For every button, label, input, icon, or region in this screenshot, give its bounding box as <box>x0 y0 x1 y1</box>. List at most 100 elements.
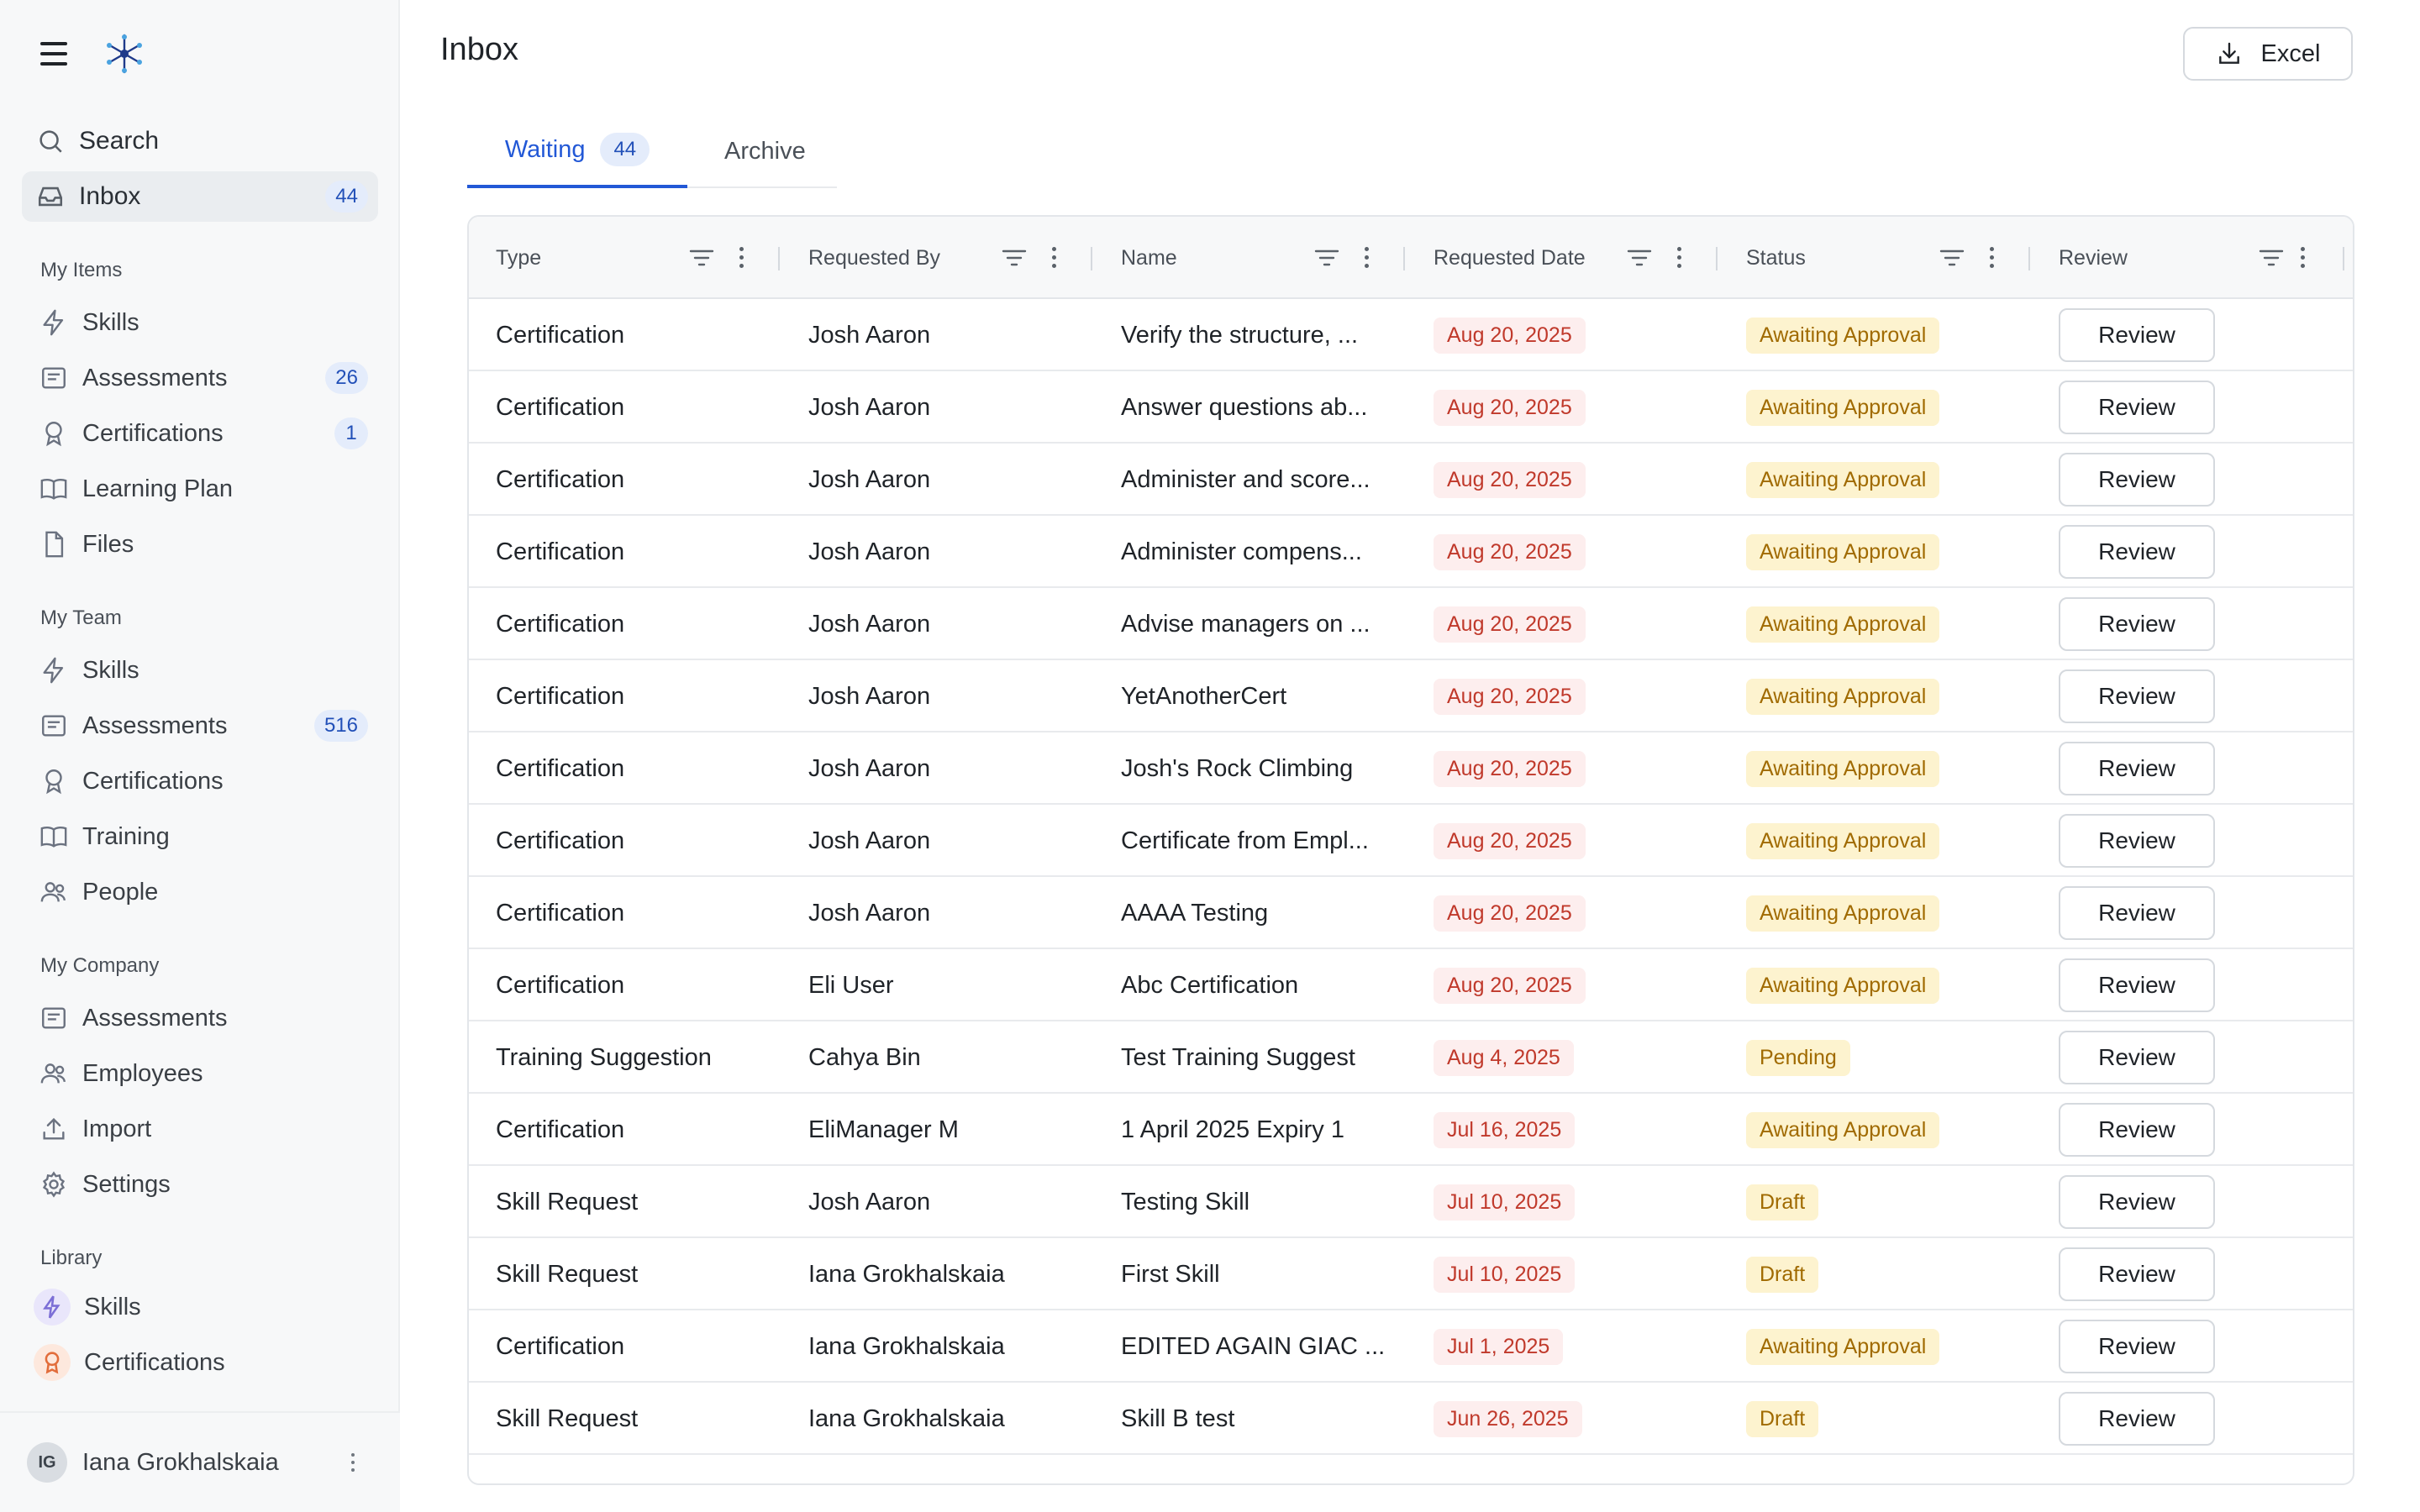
review-button[interactable]: Review <box>2059 525 2215 579</box>
excel-export-button[interactable]: Excel <box>2183 27 2353 81</box>
table-cell: Josh Aaron <box>808 732 930 805</box>
sidebar-item-settings[interactable]: Settings <box>22 1159 378 1210</box>
column-divider[interactable] <box>2343 247 2344 270</box>
table-row[interactable]: Certification Josh Aaron Administer and sc… <box>469 444 2353 516</box>
table-cell: Josh Aaron <box>808 588 930 660</box>
table-cell: Awaiting Approval <box>1746 588 1940 660</box>
table-row[interactable]: Certification Josh Aaron Answer questions … <box>469 371 2353 444</box>
review-button[interactable]: Review <box>2059 814 2215 868</box>
award-icon <box>39 766 69 796</box>
bolt-icon <box>39 655 69 685</box>
table-cell: Certification <box>496 1094 624 1166</box>
sidebar-search[interactable]: Search <box>22 116 378 166</box>
table-cell: Aug 20, 2025 <box>1434 516 1586 588</box>
review-button[interactable]: Review <box>2059 1247 2215 1301</box>
review-button[interactable]: Review <box>2059 886 2215 940</box>
review-button[interactable]: Review <box>2059 381 2215 434</box>
review-button[interactable]: Review <box>2059 1103 2215 1157</box>
table-row[interactable]: Skill Request Iana Grokhalskaia First Skil… <box>469 1238 2353 1310</box>
sidebar-item-people[interactable]: People <box>22 867 378 917</box>
review-button[interactable]: Review <box>2059 669 2215 723</box>
table-row[interactable]: Skill Request Josh Aaron Testing Skill Jul … <box>469 1166 2353 1238</box>
review-button[interactable]: Review <box>2059 1175 2215 1229</box>
table-cell: Josh Aaron <box>808 805 930 877</box>
review-button[interactable]: Review <box>2059 742 2215 795</box>
cell-type: Skill Request <box>496 1260 639 1288</box>
review-button[interactable]: Review <box>2059 597 2215 651</box>
table-cell: Aug 20, 2025 <box>1434 949 1586 1021</box>
table-cell: Aug 20, 2025 <box>1434 588 1586 660</box>
sidebar-item-import[interactable]: Import <box>22 1104 378 1154</box>
tab-waiting[interactable]: Waiting 44 <box>467 114 687 188</box>
sidebar-item-team-skills[interactable]: Skills <box>22 645 378 696</box>
table-cell: Certification <box>496 588 624 660</box>
table-row[interactable]: Certification Iana Grokhalskaia EDITED AGA… <box>469 1310 2353 1383</box>
sidebar-item-label: Assessments <box>82 364 228 391</box>
review-button[interactable]: Review <box>2059 308 2215 362</box>
table-row[interactable]: Certification Josh Aaron Certificate from … <box>469 805 2353 877</box>
sidebar-item-employees[interactable]: Employees <box>22 1048 378 1099</box>
sidebar-item-training[interactable]: Training <box>22 811 378 862</box>
table-cell: Aug 20, 2025 <box>1434 805 1586 877</box>
cell-name: YetAnotherCert <box>1121 682 1287 710</box>
review-button[interactable]: Review <box>2059 1031 2215 1084</box>
app-logo[interactable] <box>103 32 146 76</box>
cell-requested-date: Aug 20, 2025 <box>1434 895 1586 932</box>
sidebar-item-my-certifications[interactable]: Certifications 1 <box>22 408 378 459</box>
table-row[interactable]: Certification Josh Aaron Administer compen… <box>469 516 2353 588</box>
cell-type: Certification <box>496 971 625 999</box>
table-cell: Jul 10, 2025 <box>1434 1238 1576 1310</box>
sidebar-item-company-assessments[interactable]: Assessments <box>22 993 378 1043</box>
column-menu-icon[interactable] <box>2301 247 2306 268</box>
sidebar-item-library-skills[interactable]: Skills <box>22 1282 378 1332</box>
table-row[interactable]: Certification Eli User Abc Certification Au… <box>469 949 2353 1021</box>
table-row[interactable]: Certification Josh Aaron YetAnotherCert Aug… <box>469 660 2353 732</box>
section-my-items: My Items <box>40 259 123 281</box>
table-cell: Training Suggestion <box>496 1021 712 1094</box>
sidebar-item-label: People <box>82 878 159 906</box>
cell-requested-date: Aug 4, 2025 <box>1434 1039 1574 1076</box>
review-button[interactable]: Review <box>2059 453 2215 507</box>
table-cell: Review <box>2059 1238 2215 1310</box>
cell-type: Skill Request <box>496 1404 639 1432</box>
user-footer[interactable]: IG Iana Grokhalskaia <box>0 1411 400 1512</box>
hamburger-menu-icon[interactable] <box>37 40 71 67</box>
table-cell: Review <box>2059 1094 2215 1166</box>
sidebar-item-team-certifications[interactable]: Certifications <box>22 756 378 806</box>
sidebar-item-library-certifications[interactable]: Certifications <box>22 1337 378 1388</box>
table-row[interactable]: Certification Josh Aaron Verify the struct… <box>469 299 2353 371</box>
table-cell: Answer questions ab... <box>1121 371 1367 444</box>
sidebar-item-my-skills[interactable]: Skills <box>22 297 378 348</box>
cell-requested-date: Aug 20, 2025 <box>1434 967 1586 1004</box>
table-row[interactable]: Skill Request Iana Grokhalskaia Skill B te… <box>469 1383 2353 1455</box>
table-cell: Josh's Rock Climbing <box>1121 732 1353 805</box>
cell-type: Certification <box>496 754 625 782</box>
sidebar-item-files[interactable]: Files <box>22 519 378 570</box>
table-row[interactable]: Training Suggestion Cahya Bin Test Trainin… <box>469 1021 2353 1094</box>
table-row[interactable]: Certification Josh Aaron Advise managers o… <box>469 588 2353 660</box>
tab-archive[interactable]: Archive <box>724 114 806 188</box>
more-vertical-icon[interactable] <box>351 1453 356 1472</box>
table-row[interactable]: Certification EliManager M 1 April 2025 Ex… <box>469 1094 2353 1166</box>
filter-icon[interactable] <box>2259 248 2284 268</box>
review-button[interactable]: Review <box>2059 1392 2215 1446</box>
table-cell: Draft <box>1746 1383 1819 1455</box>
table-cell: Awaiting Approval <box>1746 371 1940 444</box>
sidebar-item-label: Assessments <box>82 711 228 739</box>
cell-requested-date: Aug 20, 2025 <box>1434 389 1586 426</box>
table-row[interactable]: Certification Josh Aaron Josh's Rock Climb… <box>469 732 2353 805</box>
cell-name: Abc Certification <box>1121 971 1299 999</box>
sidebar-item-team-assessments[interactable]: Assessments 516 <box>22 701 378 751</box>
user-name: Iana Grokhalskaia <box>82 1448 279 1476</box>
table-cell: Aug 20, 2025 <box>1434 877 1586 949</box>
sidebar-item-learning-plan[interactable]: Learning Plan <box>22 464 378 514</box>
sidebar-item-my-assessments[interactable]: Assessments 26 <box>22 353 378 403</box>
cell-requested-by: Iana Grokhalskaia <box>808 1404 1005 1432</box>
table-row[interactable]: Certification Josh Aaron AAAA Testing Aug 2… <box>469 877 2353 949</box>
column-header-label[interactable]: Review <box>2059 246 2128 270</box>
review-button[interactable]: Review <box>2059 958 2215 1012</box>
table-cell: Abc Certification <box>1121 949 1298 1021</box>
table-cell: Jul 1, 2025 <box>1434 1310 1564 1383</box>
sidebar-item-inbox[interactable]: Inbox 44 <box>22 171 378 222</box>
review-button[interactable]: Review <box>2059 1320 2215 1373</box>
